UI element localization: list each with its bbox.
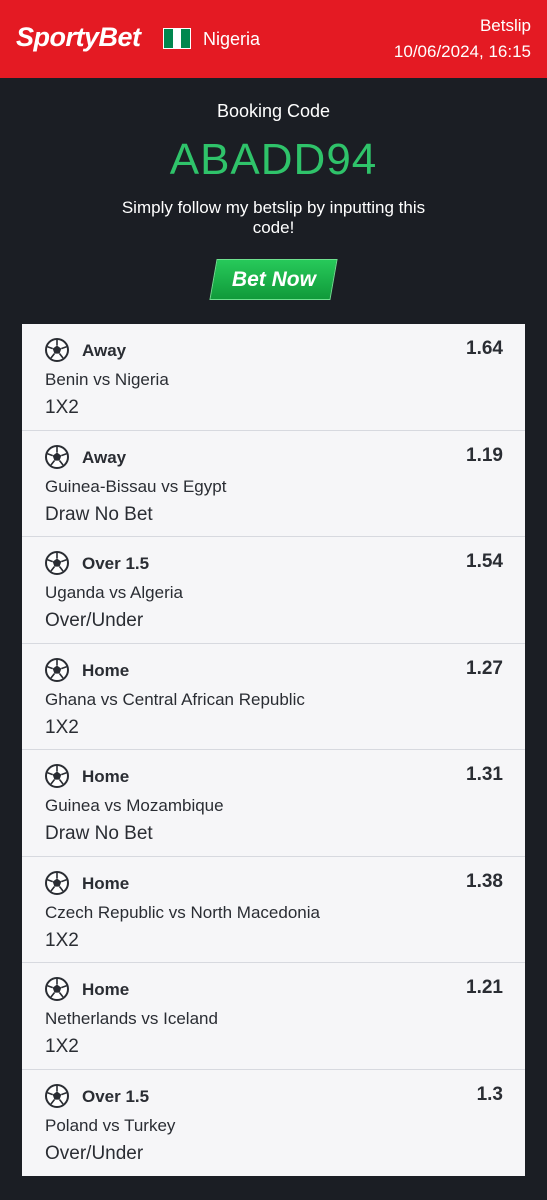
bet-pick: Over 1.5: [82, 554, 150, 573]
bet-match: Czech Republic vs North Macedonia: [45, 902, 320, 922]
header-bar: SportyBet Nigeria Betslip 10/06/2024, 16…: [0, 0, 547, 78]
bet-row: Home 1.21 Netherlands vs Iceland 1X2: [22, 963, 525, 1070]
football-icon: [45, 870, 69, 895]
bet-now-label: Bet Now: [231, 267, 316, 291]
bet-odds: 1.27: [466, 657, 503, 679]
bet-row: Over 1.5 1.54 Uganda vs Algeria Over/Und…: [22, 537, 525, 644]
bet-match: Guinea-Bissau vs Egypt: [45, 476, 227, 496]
bet-odds: 1.3: [476, 1083, 503, 1105]
bet-row: Home 1.38 Czech Republic vs North Macedo…: [22, 857, 525, 963]
betslip-datetime: 10/06/2024, 16:15: [393, 42, 531, 61]
bet-row: Away 1.19 Guinea-Bissau vs Egypt Draw No…: [22, 431, 525, 537]
bet-pick: Over 1.5: [82, 1086, 150, 1106]
football-icon: [45, 444, 69, 469]
football-icon: [45, 977, 69, 1001]
nigeria-flag-icon: [163, 28, 191, 49]
bet-market: Over/Under: [45, 610, 144, 631]
bet-match: Benin vs Nigeria: [45, 370, 169, 389]
bet-match: Uganda vs Algeria: [45, 583, 183, 602]
bet-pick: Home: [82, 980, 130, 999]
bet-odds: 1.38: [466, 870, 503, 892]
bet-market: Over/Under: [45, 1142, 144, 1164]
betslip-title: Betslip: [479, 16, 531, 35]
bet-market: Draw No Bet: [45, 503, 153, 525]
bet-market: 1X2: [45, 397, 79, 418]
football-icon: [45, 338, 69, 362]
bet-odds: 1.54: [466, 551, 503, 572]
bet-odds: 1.21: [466, 977, 503, 998]
bet-match: Poland vs Turkey: [45, 1115, 176, 1135]
bet-match: Guinea vs Mozambique: [45, 796, 224, 815]
bet-pick: Away: [82, 447, 127, 467]
country-label: Nigeria: [203, 29, 261, 49]
football-icon: [45, 551, 69, 575]
bet-row: Away 1.64 Benin vs Nigeria 1X2: [22, 324, 525, 431]
bet-match: Netherlands vs Iceland: [45, 1009, 218, 1028]
booking-code: ABADD94: [169, 135, 378, 184]
bet-odds: 1.19: [466, 444, 503, 466]
football-icon: [45, 657, 69, 682]
bet-pick: Home: [82, 660, 130, 680]
sportybet-logo[interactable]: SportyBet: [16, 22, 141, 53]
football-icon: [45, 1083, 69, 1108]
bet-odds: 1.31: [466, 764, 503, 785]
booking-code-label: Booking Code: [216, 101, 331, 121]
bet-pick: Home: [82, 767, 130, 786]
booking-description: Simply follow my betslip by inputting th…: [121, 198, 426, 237]
bet-market: Draw No Bet: [45, 823, 153, 844]
bet-row: Over 1.5 1.3 Poland vs Turkey Over/Under: [22, 1070, 525, 1177]
bet-pick: Home: [82, 873, 130, 893]
bet-pick: Away: [82, 341, 127, 360]
bet-market: 1X2: [45, 1036, 79, 1057]
bet-market: 1X2: [45, 716, 79, 738]
bet-row: Home 1.27 Ghana vs Central African Repub…: [22, 644, 525, 750]
bet-odds: 1.64: [466, 338, 503, 359]
bet-market: 1X2: [45, 929, 79, 951]
bet-row: Home 1.31 Guinea vs Mozambique Draw No B…: [22, 750, 525, 857]
bet-match: Ghana vs Central African Republic: [45, 689, 305, 709]
football-icon: [45, 764, 69, 788]
bet-list: Away 1.64 Benin vs Nigeria 1X2 Away 1.19…: [22, 324, 525, 1176]
bet-now-button[interactable]: Bet Now: [209, 259, 338, 300]
